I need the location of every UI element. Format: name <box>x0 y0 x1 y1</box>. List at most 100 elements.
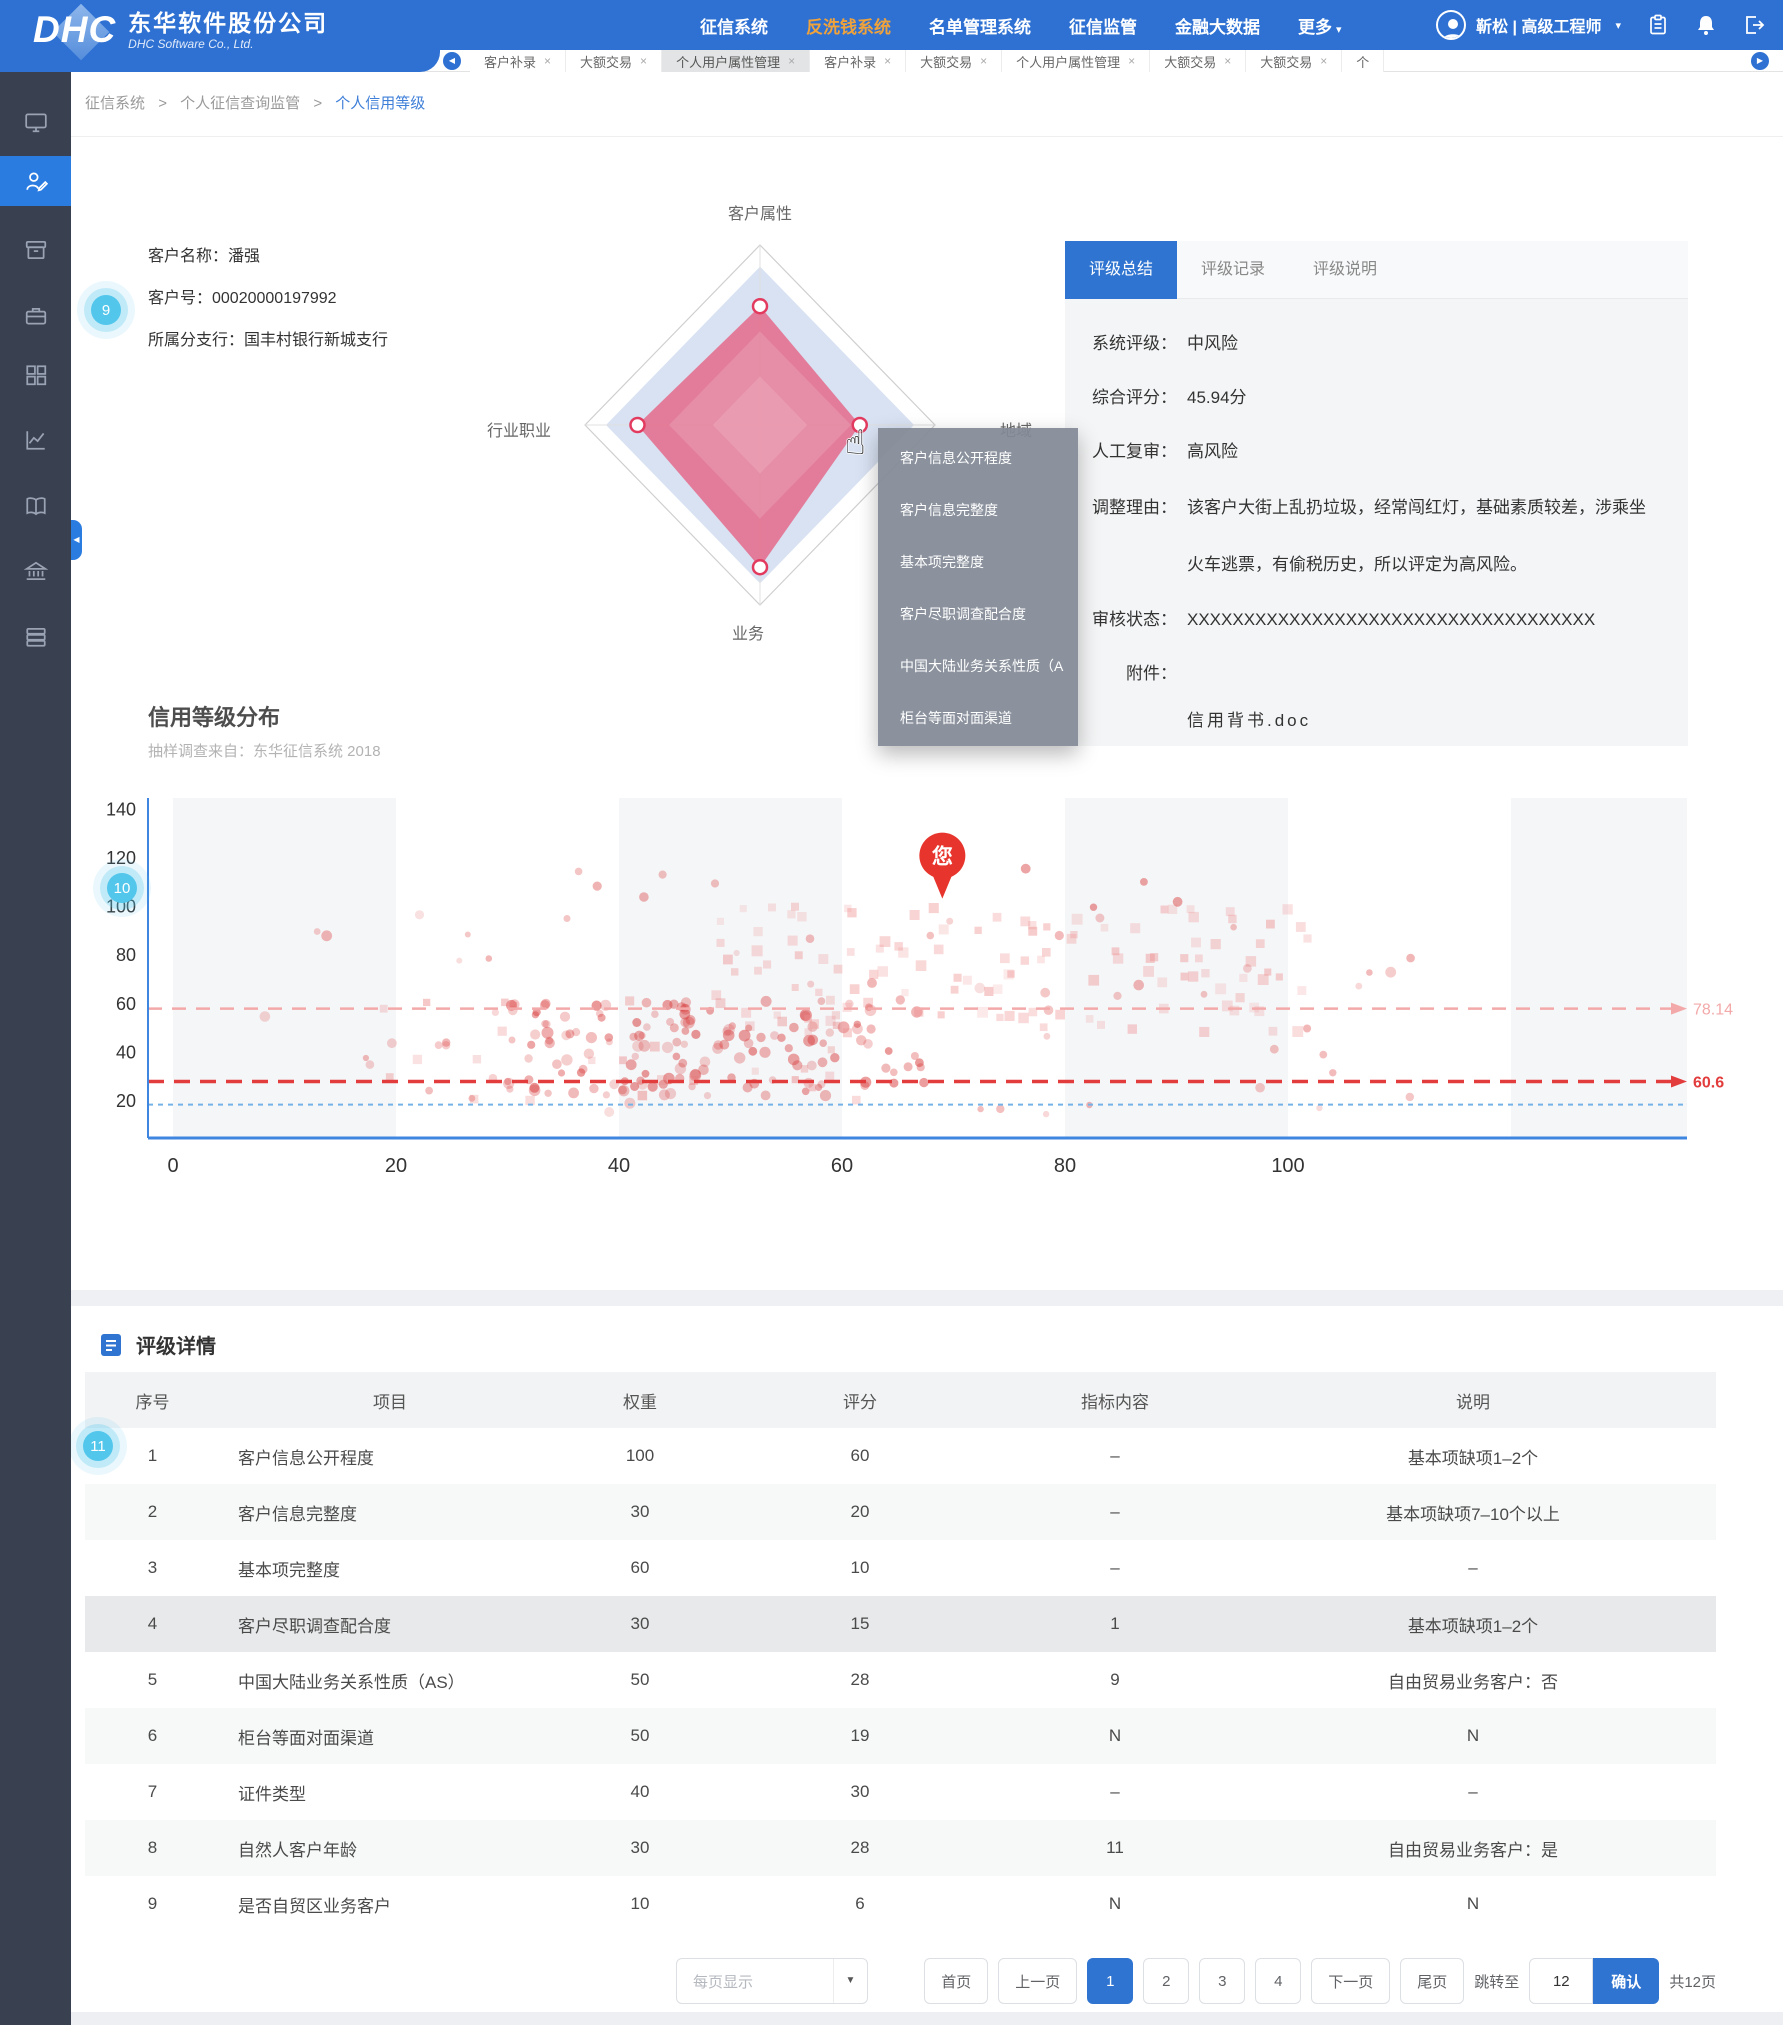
col-header-weight: 权重 <box>560 1372 720 1428</box>
tab-item[interactable]: 客户补录× <box>810 50 906 72</box>
logout-icon[interactable] <box>1743 14 1765 36</box>
prev-page-button[interactable]: 上一页 <box>998 1958 1077 2004</box>
close-icon[interactable]: × <box>1128 55 1135 67</box>
cell-item: 基本项完整度 <box>220 1540 560 1596</box>
open-tabs: 客户补录× 大额交易× 个人用户属性管理× 客户补录× 大额交易× 个人用户属性… <box>470 50 1753 72</box>
tab-rating-records[interactable]: 评级记录 <box>1177 241 1289 299</box>
menu-item-credit-system[interactable]: 征信系统 <box>700 13 768 38</box>
overall-score-value: 45.94分 <box>1187 371 1247 425</box>
tab-item[interactable]: 个 <box>1342 50 1384 72</box>
first-page-button[interactable]: 首页 <box>924 1958 988 2004</box>
radar-vertex-marker[interactable] <box>753 560 767 574</box>
tab-rating-notes[interactable]: 评级说明 <box>1289 241 1401 299</box>
tabs-scroll-left-button[interactable]: ◀ <box>443 52 461 70</box>
table-row[interactable]: 8自然人客户年龄302811自由贸易业务客户：是 <box>85 1820 1716 1876</box>
sidebar-item-personal-credit[interactable] <box>0 156 71 206</box>
breadcrumb-item[interactable]: 征信系统 <box>85 95 145 112</box>
menu-item-more[interactable]: 更多▾ <box>1298 13 1342 38</box>
menu-item[interactable]: 客户信息公开程度 <box>878 432 1078 484</box>
sidebar-item-dashboard[interactable] <box>0 350 71 400</box>
page-button-1[interactable]: 1 <box>1087 1958 1133 2004</box>
menu-item-aml-system[interactable]: 反洗钱系统 <box>806 13 891 38</box>
close-icon[interactable]: × <box>544 55 551 67</box>
page-footer-strip <box>0 2012 1783 2025</box>
tab-item[interactable]: 大额交易× <box>566 50 662 72</box>
you-marker-pin[interactable]: 您 <box>919 833 965 899</box>
close-icon[interactable]: × <box>884 55 891 67</box>
sidebar-collapse-handle[interactable]: ◀ <box>71 520 82 560</box>
sidebar-item-book[interactable] <box>0 481 71 531</box>
document-icon <box>100 1333 122 1357</box>
annotation-badge-9: 9 <box>91 295 121 325</box>
line-chart-icon <box>24 428 48 452</box>
tabs-scroll-right-button[interactable]: ▶ <box>1751 52 1769 70</box>
main-menu: 征信系统 反洗钱系统 名单管理系统 征信监管 金融大数据 更多▾ <box>700 0 1342 50</box>
logo-company-name: 东华软件股份公司 <box>128 10 328 36</box>
sidebar-item-charts[interactable] <box>0 415 71 465</box>
cell-score: 28 <box>720 1820 1000 1876</box>
menu-item-credit-supervision[interactable]: 征信监管 <box>1069 13 1137 38</box>
tab-item[interactable]: 大额交易× <box>1246 50 1342 72</box>
close-icon[interactable]: × <box>640 55 647 67</box>
clipboard-icon[interactable] <box>1647 14 1669 36</box>
table-row[interactable]: 1客户信息公开程度10060–基本项缺项1–2个 <box>85 1428 1716 1484</box>
page-button-2[interactable]: 2 <box>1143 1958 1189 2004</box>
tab-rating-summary[interactable]: 评级总结 <box>1065 241 1177 299</box>
cell-note: 基本项缺项1–2个 <box>1230 1428 1716 1484</box>
close-icon[interactable]: × <box>980 55 987 67</box>
menu-item[interactable]: 客户信息完整度 <box>878 484 1078 536</box>
sidebar-item-layers[interactable] <box>0 612 71 662</box>
user-profile[interactable]: 靳松 | 高级工程师 ▾ <box>1436 10 1621 40</box>
menu-item-finance-bigdata[interactable]: 金融大数据 <box>1175 13 1260 38</box>
cell-item: 柜台等面对面渠道 <box>220 1708 560 1764</box>
jump-page-input[interactable] <box>1529 1958 1593 2004</box>
cell-item: 客户信息公开程度 <box>220 1428 560 1484</box>
close-icon[interactable]: × <box>1320 55 1327 67</box>
radar-vertex-marker[interactable] <box>631 418 645 432</box>
table-row[interactable]: 2客户信息完整度3020–基本项缺项7–10个以上 <box>85 1484 1716 1540</box>
tab-item[interactable]: 客户补录× <box>470 50 566 72</box>
sidebar-item-briefcase[interactable] <box>0 291 71 341</box>
col-header-score: 评分 <box>720 1372 1000 1428</box>
table-row[interactable]: 7证件类型4030–– <box>85 1764 1716 1820</box>
close-icon[interactable]: × <box>1224 55 1231 67</box>
cell-seq: 7 <box>85 1764 220 1820</box>
cell-seq: 8 <box>85 1820 220 1876</box>
tab-item[interactable]: 大额交易× <box>1150 50 1246 72</box>
tab-item[interactable]: 大额交易× <box>906 50 1002 72</box>
briefcase-icon <box>24 304 48 328</box>
tab-item-active[interactable]: 个人用户属性管理× <box>662 50 810 72</box>
sidebar-item-bank[interactable] <box>0 546 71 596</box>
sidebar-item-archive[interactable] <box>0 225 71 275</box>
table-row[interactable]: 6柜台等面对面渠道5019NN <box>85 1708 1716 1764</box>
menu-item[interactable]: 基本项完整度 <box>878 536 1078 588</box>
customer-branch-line: 所属分支行：国丰村银行新城支行 <box>148 320 388 362</box>
close-icon[interactable]: × <box>788 55 795 67</box>
sidebar-item-monitor[interactable] <box>0 97 71 147</box>
cell-note: 自由贸易业务客户：否 <box>1230 1652 1716 1708</box>
table-row[interactable]: 9是否自贸区业务客户106NN <box>85 1876 1716 1932</box>
cell-note: N <box>1230 1708 1716 1764</box>
radar-vertex-marker[interactable] <box>753 299 767 313</box>
menu-item[interactable]: 客户尽职调查配合度 <box>878 588 1078 640</box>
page-button-4[interactable]: 4 <box>1255 1958 1301 2004</box>
bell-icon[interactable] <box>1695 14 1717 36</box>
menu-item-list-mgmt[interactable]: 名单管理系统 <box>929 13 1031 38</box>
table-row[interactable]: 5中国大陆业务关系性质（AS）50289自由贸易业务客户：否 <box>85 1652 1716 1708</box>
last-page-button[interactable]: 尾页 <box>1400 1958 1464 2004</box>
tab-item[interactable]: 个人用户属性管理× <box>1002 50 1150 72</box>
table-row[interactable]: 3基本项完整度6010–– <box>85 1540 1716 1596</box>
confirm-button[interactable]: 确认 <box>1593 1958 1659 2004</box>
table-header-row: 序号 项目 权重 评分 指标内容 说明 <box>85 1372 1716 1428</box>
menu-item[interactable]: 柜台等面对面渠道 <box>878 692 1078 744</box>
field-label: 调整理由： <box>1087 479 1177 593</box>
next-page-button[interactable]: 下一页 <box>1311 1958 1390 2004</box>
attachment-file-link[interactable]: 信用背书.doc <box>1187 701 1688 741</box>
page-button-3[interactable]: 3 <box>1199 1958 1245 2004</box>
page-size-select[interactable]: 每页显示 ▼ <box>676 1958 868 2004</box>
breadcrumb-item[interactable]: 个人征信查询监管 <box>180 95 300 112</box>
dhc-logo[interactable]: DHC 东华软件股份公司 DHC Software Co., Ltd. <box>33 4 328 62</box>
menu-item[interactable]: 中国大陆业务关系性质（A <box>878 640 1078 692</box>
breadcrumb: 征信系统 > 个人征信查询监管 > 个人信用等级 <box>85 73 425 135</box>
table-row-highlighted[interactable]: 4客户尽职调查配合度30151基本项缺项1–2个 <box>85 1596 1716 1652</box>
